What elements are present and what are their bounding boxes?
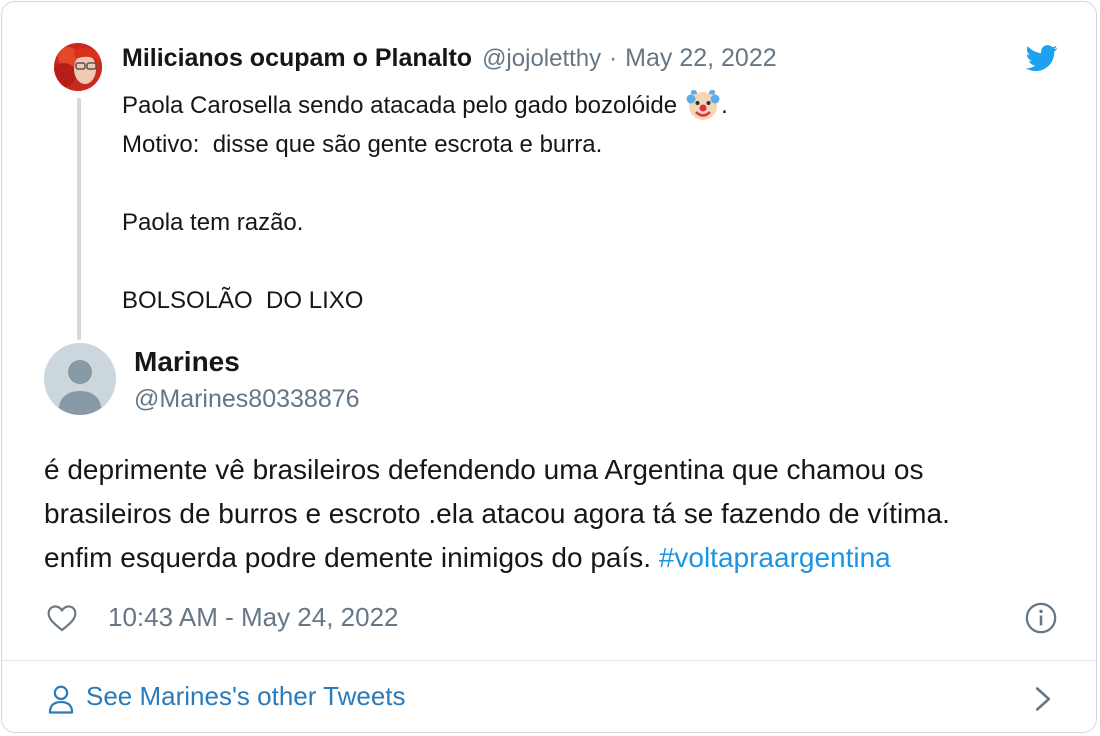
header-separator: · bbox=[609, 45, 618, 72]
parent-text-line: BOLSOLÃO DO LIXO bbox=[122, 287, 364, 314]
parent-author-avatar[interactable] bbox=[54, 43, 102, 91]
see-other-tweets-label: See Marines's other Tweets bbox=[86, 681, 406, 711]
parent-text-line: Motivo: disse que são gente escrota e bu… bbox=[122, 131, 603, 158]
hashtag-link[interactable]: #voltapraargentina bbox=[659, 542, 891, 573]
thread-connector-line bbox=[77, 98, 81, 340]
tweet-timestamp[interactable]: 10:43 AM - May 24, 2022 bbox=[108, 602, 399, 633]
parent-author-name[interactable]: Milicianos ocupam o Planalto bbox=[122, 44, 472, 73]
default-avatar-icon bbox=[44, 343, 116, 415]
author-name[interactable]: Marines bbox=[134, 346, 240, 378]
parent-tweet-date[interactable]: May 22, 2022 bbox=[625, 44, 777, 73]
tweet-text-line: brasileiros de burros e escroto .ela ata… bbox=[44, 498, 950, 529]
parent-text-line: Paola tem razão. bbox=[122, 209, 304, 236]
user-icon bbox=[48, 685, 74, 714]
clown-face-emoji-icon bbox=[686, 90, 720, 120]
parent-tweet-text: Paola Carosella sendo atacada pelo gado … bbox=[122, 86, 1022, 320]
parent-text-line bbox=[122, 164, 1022, 203]
info-icon[interactable] bbox=[1024, 601, 1058, 635]
parent-author-handle[interactable]: @jojoletthy bbox=[482, 45, 601, 73]
tweet-text-line: enfim esquerda podre demente inimigos do… bbox=[44, 542, 891, 573]
author-handle[interactable]: @Marines80338876 bbox=[134, 385, 360, 414]
tweet-text: é deprimente vê brasileiros defendendo u… bbox=[44, 448, 1064, 580]
heart-icon[interactable] bbox=[46, 602, 78, 634]
embedded-tweet-card: Milicianos ocupam o Planalto @jojoletthy… bbox=[1, 1, 1097, 733]
parent-tweet-header: Milicianos ocupam o Planalto @jojoletthy… bbox=[122, 44, 777, 78]
see-other-tweets-link[interactable]: See Marines's other Tweets bbox=[2, 661, 1096, 732]
parent-text-line: Paola Carosella sendo atacada pelo gado … bbox=[122, 86, 1022, 125]
tweet-text-line: é deprimente vê brasileiros defendendo u… bbox=[44, 454, 924, 485]
chevron-right-icon bbox=[1035, 687, 1051, 711]
author-avatar[interactable] bbox=[44, 343, 116, 415]
twitter-bird-icon[interactable] bbox=[1024, 42, 1060, 74]
parent-text-line bbox=[122, 242, 1022, 281]
